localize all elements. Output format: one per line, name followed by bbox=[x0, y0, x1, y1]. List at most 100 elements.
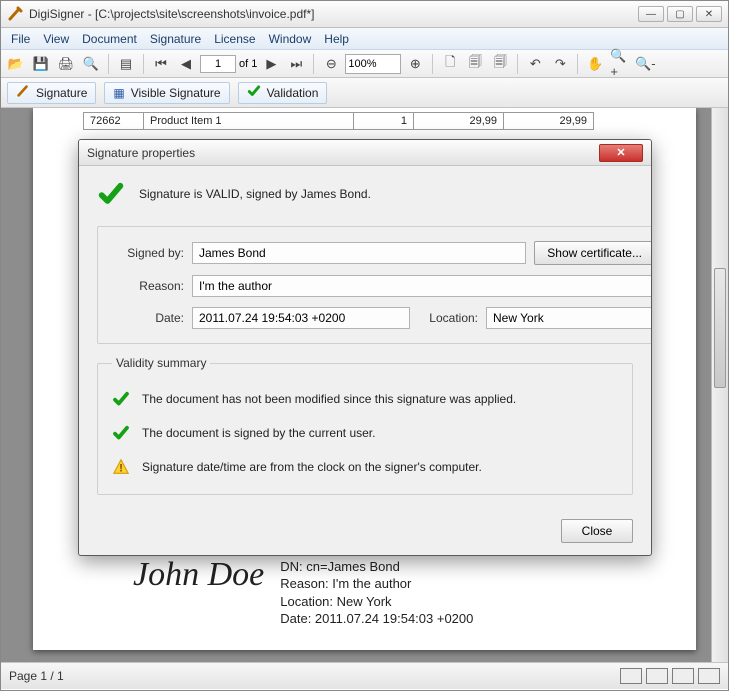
signature-name-script: John Doe bbox=[133, 558, 264, 592]
hand-tool-icon[interactable]: ✋ bbox=[584, 53, 606, 75]
page-of-label: of 1 bbox=[239, 58, 257, 70]
invoice-table-fragment: 72662 Product Item 1 1 29,99 29,99 bbox=[83, 112, 594, 130]
view-continuous-icon[interactable] bbox=[646, 668, 668, 684]
signature-reason: Reason: I'm the author bbox=[280, 575, 473, 593]
app-icon bbox=[7, 6, 23, 22]
signature-toolbar: Signature ▦ Visible Signature Validation bbox=[1, 78, 728, 108]
validation-button[interactable]: Validation bbox=[238, 82, 328, 104]
window-title: DigiSigner - [C:\projects\site\screensho… bbox=[29, 7, 314, 21]
validity-summary-legend: Validity summary bbox=[112, 356, 210, 370]
print-icon[interactable]: 🖨 bbox=[55, 53, 77, 75]
first-page-icon[interactable]: ⏮ bbox=[150, 53, 172, 75]
dialog-close-footer-button[interactable]: Close bbox=[561, 519, 633, 543]
maximize-button[interactable]: ▢ bbox=[667, 6, 693, 22]
separator bbox=[143, 54, 144, 74]
search-icon[interactable]: 🔍 bbox=[80, 53, 102, 75]
separator bbox=[577, 54, 578, 74]
paste-doc-icon[interactable]: 🗐 bbox=[489, 53, 511, 75]
new-doc-icon[interactable]: 🗋 bbox=[439, 53, 461, 75]
signature-properties-dialog: Signature properties ✕ Signature is VALI… bbox=[78, 139, 652, 556]
next-page-icon[interactable]: ▶ bbox=[260, 53, 282, 75]
cell-desc: Product Item 1 bbox=[144, 113, 354, 130]
summary-clock: Signature date/time are from the clock o… bbox=[142, 460, 482, 474]
dialog-close-button[interactable]: ✕ bbox=[599, 144, 643, 162]
validity-summary-group: Validity summary The document has not be… bbox=[97, 356, 633, 495]
status-page-label: Page 1 / 1 bbox=[9, 669, 64, 683]
dialog-title: Signature properties bbox=[87, 146, 195, 160]
visible-signature-button[interactable]: ▦ Visible Signature bbox=[104, 82, 229, 104]
vertical-scrollbar[interactable] bbox=[711, 108, 728, 662]
menu-view[interactable]: View bbox=[37, 30, 75, 48]
window-titlebar: DigiSigner - [C:\projects\site\screensho… bbox=[1, 1, 728, 28]
scroll-thumb[interactable] bbox=[714, 268, 726, 388]
check-icon bbox=[247, 84, 261, 101]
visible-signature-label: Visible Signature bbox=[131, 86, 221, 100]
separator bbox=[108, 54, 109, 74]
save-icon[interactable]: 💾 bbox=[30, 53, 52, 75]
date-label: Date: bbox=[112, 311, 184, 325]
stamp-icon: ▦ bbox=[113, 86, 124, 100]
cell-id: 72662 bbox=[84, 113, 144, 130]
signature-button[interactable]: Signature bbox=[7, 82, 96, 104]
view-single-icon[interactable] bbox=[620, 668, 642, 684]
check-icon bbox=[112, 424, 130, 442]
cell-qty: 1 bbox=[354, 113, 414, 130]
menu-window[interactable]: Window bbox=[263, 30, 318, 48]
view-double-icon[interactable] bbox=[672, 668, 694, 684]
close-window-button[interactable]: ✕ bbox=[696, 6, 722, 22]
signed-by-label: Signed by: bbox=[112, 246, 184, 260]
menu-file[interactable]: File bbox=[5, 30, 36, 48]
pen-icon bbox=[16, 84, 30, 101]
summary-current-user: The document is signed by the current us… bbox=[142, 426, 375, 440]
menu-document[interactable]: Document bbox=[76, 30, 143, 48]
valid-check-icon bbox=[97, 180, 125, 208]
main-toolbar: 📂 💾 🖨 🔍 ▤ ⏮ ◀ of 1 ▶ ⏭ ⊖ ⊕ 🗋 🗐 🗐 ↶ ↷ ✋ 🔍… bbox=[1, 50, 728, 78]
rotate-right-icon[interactable]: ↷ bbox=[549, 53, 571, 75]
open-icon[interactable]: 📂 bbox=[5, 53, 27, 75]
menu-bar: File View Document Signature License Win… bbox=[1, 28, 728, 50]
page-number-input[interactable] bbox=[200, 55, 236, 73]
menu-signature[interactable]: Signature bbox=[144, 30, 207, 48]
separator bbox=[517, 54, 518, 74]
separator bbox=[313, 54, 314, 74]
summary-not-modified: The document has not been modified since… bbox=[142, 392, 516, 406]
location-label: Location: bbox=[418, 311, 478, 325]
zoom-region-out-icon[interactable]: 🔍- bbox=[634, 53, 656, 75]
warning-icon: ! bbox=[112, 458, 130, 476]
svg-text:!: ! bbox=[119, 463, 123, 475]
reason-label: Reason: bbox=[112, 279, 184, 293]
signature-location: Location: New York bbox=[280, 593, 473, 611]
last-page-icon[interactable]: ⏭ bbox=[285, 53, 307, 75]
copy-doc-icon[interactable]: 🗐 bbox=[464, 53, 486, 75]
zoom-select[interactable] bbox=[345, 54, 401, 74]
show-certificate-button[interactable]: Show certificate... bbox=[534, 241, 652, 265]
reason-field bbox=[192, 275, 652, 297]
check-icon bbox=[112, 390, 130, 408]
minimize-button[interactable]: — bbox=[638, 6, 664, 22]
signature-valid-text: Signature is VALID, signed by James Bond… bbox=[139, 187, 371, 201]
date-field bbox=[192, 307, 410, 329]
table-row: 72662 Product Item 1 1 29,99 29,99 bbox=[84, 113, 594, 130]
rotate-left-icon[interactable]: ↶ bbox=[524, 53, 546, 75]
cell-total: 29,99 bbox=[504, 113, 594, 130]
dialog-titlebar: Signature properties ✕ bbox=[79, 140, 651, 166]
signature-dn: DN: cn=James Bond bbox=[280, 558, 473, 576]
menu-help[interactable]: Help bbox=[318, 30, 355, 48]
signature-button-label: Signature bbox=[36, 86, 87, 100]
view-mode-buttons bbox=[620, 668, 720, 684]
signature-details-group: Signed by: Show certificate... Reason: D… bbox=[97, 226, 652, 344]
signature-date: Date: 2011.07.24 19:54:03 +0200 bbox=[280, 610, 473, 628]
visible-signature-block[interactable]: John Doe DN: cn=James Bond Reason: I'm t… bbox=[133, 558, 636, 628]
signed-by-field bbox=[192, 242, 526, 264]
menu-license[interactable]: License bbox=[208, 30, 261, 48]
view-double-continuous-icon[interactable] bbox=[698, 668, 720, 684]
validation-label: Validation bbox=[267, 86, 319, 100]
thumbnails-icon[interactable]: ▤ bbox=[115, 53, 137, 75]
prev-page-icon[interactable]: ◀ bbox=[175, 53, 197, 75]
zoom-region-in-icon[interactable]: 🔍+ bbox=[609, 53, 631, 75]
zoom-out-icon[interactable]: ⊖ bbox=[320, 53, 342, 75]
zoom-in-icon[interactable]: ⊕ bbox=[404, 53, 426, 75]
status-bar: Page 1 / 1 bbox=[1, 662, 728, 689]
separator bbox=[432, 54, 433, 74]
cell-price: 29,99 bbox=[414, 113, 504, 130]
